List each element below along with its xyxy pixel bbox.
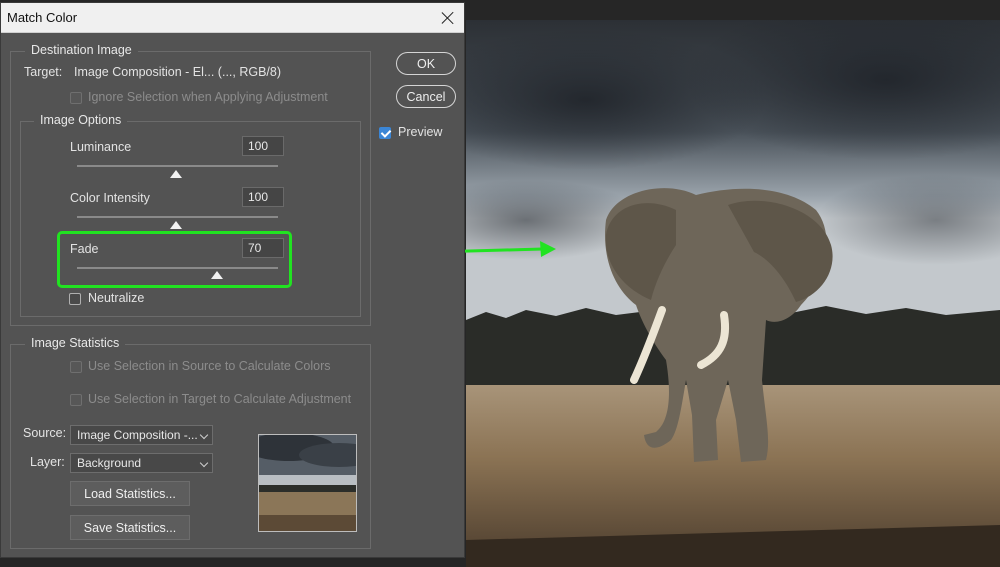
neutralize-label: Neutralize <box>88 291 145 305</box>
color-intensity-slider-thumb[interactable] <box>170 221 182 229</box>
target-label: Target: <box>24 65 63 79</box>
ignore-selection-checkbox[interactable] <box>70 92 82 104</box>
target-value: Image Composition - El... (..., RGB/8) <box>74 65 282 79</box>
color-intensity-input[interactable] <box>242 187 284 207</box>
luminance-input[interactable] <box>242 136 284 156</box>
layer-select-value: Background <box>77 456 142 470</box>
luminance-slider-thumb[interactable] <box>170 170 182 178</box>
luminance-slider-track[interactable] <box>77 165 278 167</box>
color-intensity-label: Color Intensity <box>70 191 150 205</box>
use-selection-source-label: Use Selection in Source to Calculate Col… <box>88 359 331 373</box>
match-color-dialog: Match Color Destination Image Target: Im… <box>0 2 465 558</box>
layer-select[interactable]: Background <box>70 453 213 473</box>
chevron-down-icon <box>199 458 209 468</box>
source-thumbnail-graphic <box>259 435 356 531</box>
use-selection-source-checkbox[interactable] <box>70 361 82 373</box>
luminance-label: Luminance <box>70 140 132 154</box>
dialog-title: Match Color <box>7 10 78 25</box>
source-select[interactable]: Image Composition -... <box>70 425 213 445</box>
fade-highlight-box <box>57 231 292 288</box>
image-options-group-title: Image Options <box>34 113 128 127</box>
destination-group-title: Destination Image <box>25 43 138 57</box>
load-statistics-button[interactable]: Load Statistics... <box>70 481 190 506</box>
ignore-selection-label: Ignore Selection when Applying Adjustmen… <box>88 90 328 104</box>
source-select-value: Image Composition -... <box>77 428 198 442</box>
use-selection-target-label: Use Selection in Target to Calculate Adj… <box>88 392 352 406</box>
source-label: Source: <box>23 426 67 440</box>
preview-checkbox[interactable] <box>379 127 391 139</box>
color-intensity-slider-track[interactable] <box>77 216 278 218</box>
preview-label: Preview <box>398 125 443 139</box>
save-statistics-button[interactable]: Save Statistics... <box>70 515 190 540</box>
chevron-down-icon <box>199 430 209 440</box>
layer-label: Layer: <box>30 455 65 469</box>
close-icon[interactable] <box>440 10 456 26</box>
neutralize-checkbox[interactable] <box>69 293 81 305</box>
source-thumbnail <box>258 434 357 532</box>
dialog-titlebar: Match Color <box>1 3 464 33</box>
cancel-button[interactable]: Cancel <box>396 85 456 108</box>
ok-button[interactable]: OK <box>396 52 456 75</box>
use-selection-target-checkbox[interactable] <box>70 394 82 406</box>
statistics-group-title: Image Statistics <box>25 336 126 350</box>
